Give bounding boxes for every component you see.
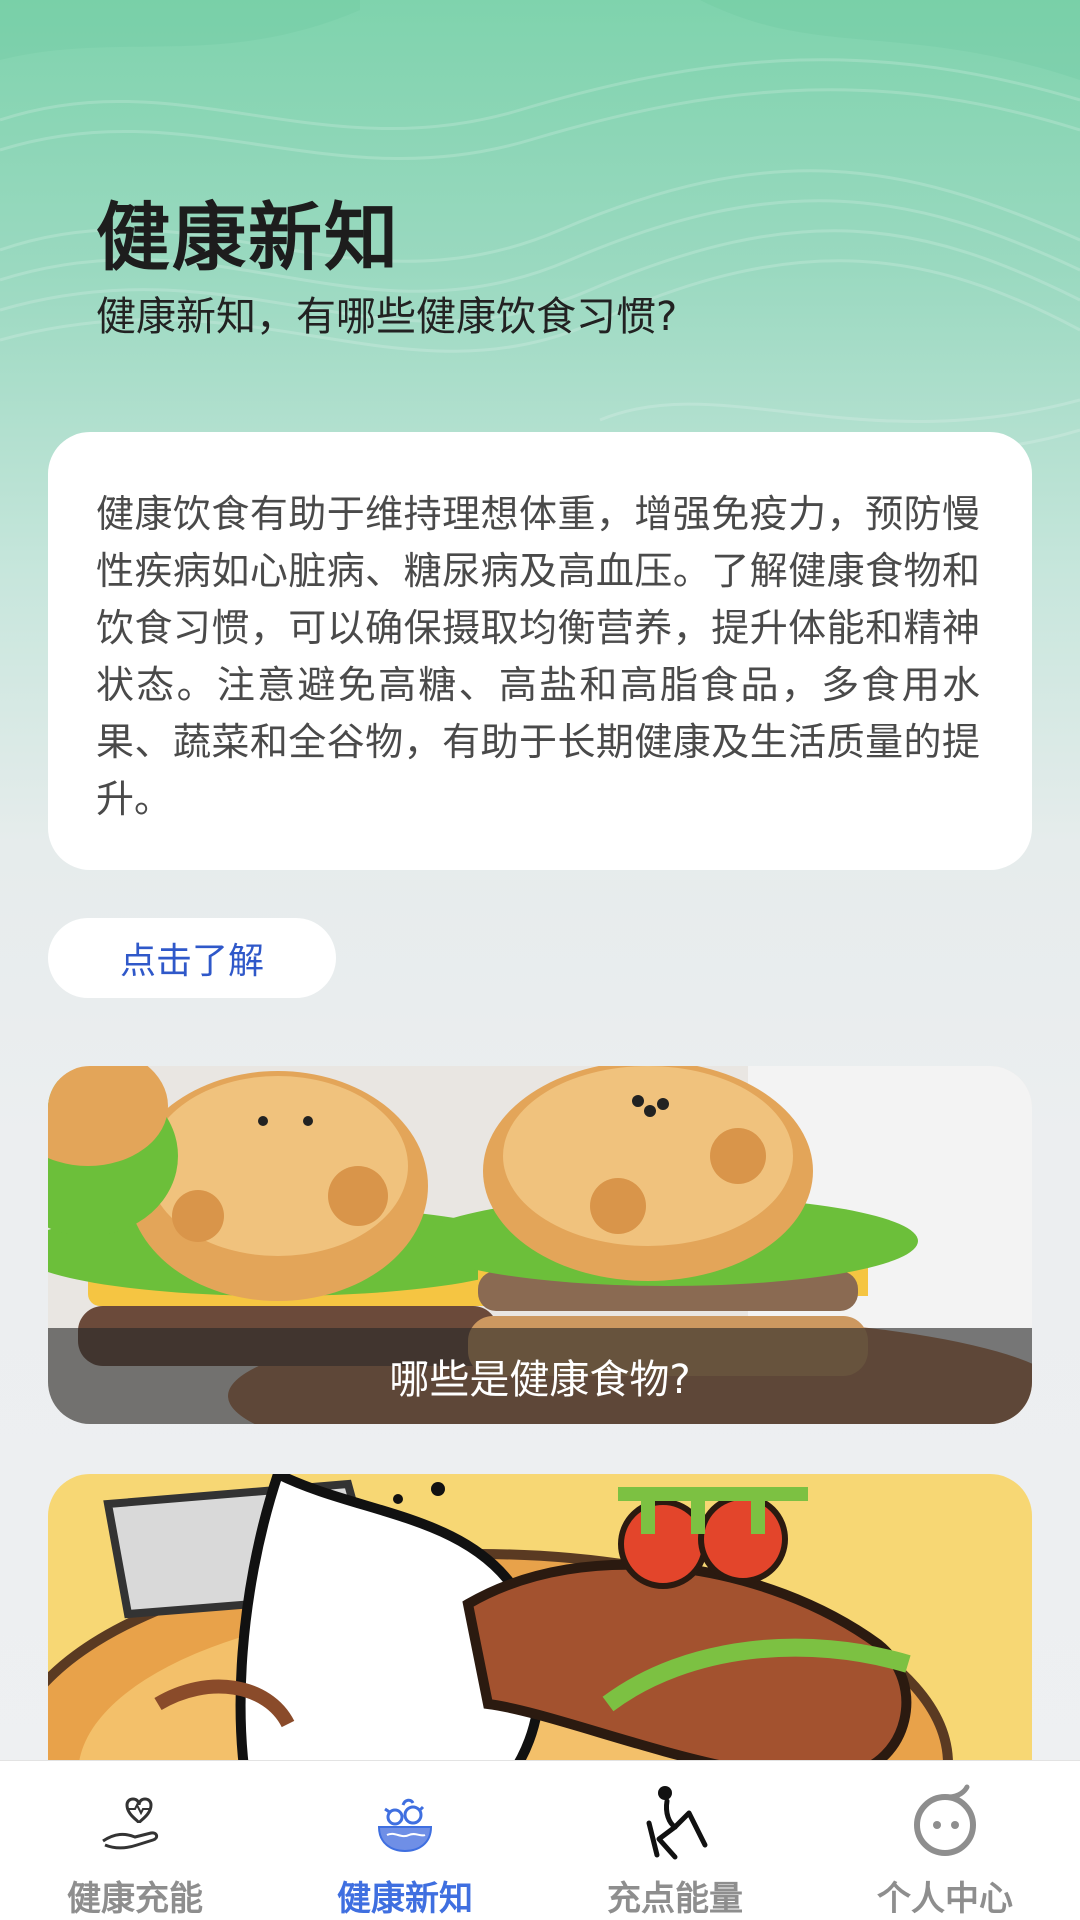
tab-label: 健康充能	[67, 1879, 203, 1919]
tab-profile[interactable]: 个人中心	[810, 1761, 1080, 1920]
yoga-person-icon	[646, 1786, 708, 1860]
intro-card: 健康饮食有助于维持理想体重，增强免疫力，预防慢性疾病如心脏病、糖尿病及高血压。了…	[48, 432, 1032, 870]
bottom-tab-bar: 健康充能 健康新知 充点能量 个人中心	[0, 1760, 1080, 1920]
article-caption: 哪些是健康食物?	[48, 1328, 1032, 1424]
face-avatar-icon	[914, 1784, 976, 1856]
intro-text: 健康饮食有助于维持理想体重，增强免疫力，预防慢性疾病如心脏病、糖尿病及高血压。了…	[96, 492, 980, 821]
app-screen: 健康新知 健康新知，有哪些健康饮食习惯? 健康饮食有助于维持理想体重，增强免疫力…	[0, 0, 1080, 1920]
page-title: 健康新知	[96, 195, 400, 281]
article-card-healthy-food[interactable]: 哪些是健康食物?	[48, 1066, 1032, 1424]
tab-energy[interactable]: 充点能量	[540, 1761, 810, 1920]
tab-label: 健康新知	[337, 1879, 473, 1919]
page-subtitle: 健康新知，有哪些健康饮食习惯?	[96, 294, 678, 340]
salad-bowl-icon	[377, 1798, 433, 1853]
learn-more-button[interactable]: 点击了解	[48, 918, 336, 998]
tab-health-news[interactable]: 健康新知	[270, 1761, 540, 1920]
tab-health-charge[interactable]: 健康充能	[0, 1761, 270, 1920]
tab-label: 个人中心	[877, 1879, 1013, 1919]
hand-heart-icon	[102, 1797, 159, 1850]
tab-label: 充点能量	[607, 1879, 743, 1919]
